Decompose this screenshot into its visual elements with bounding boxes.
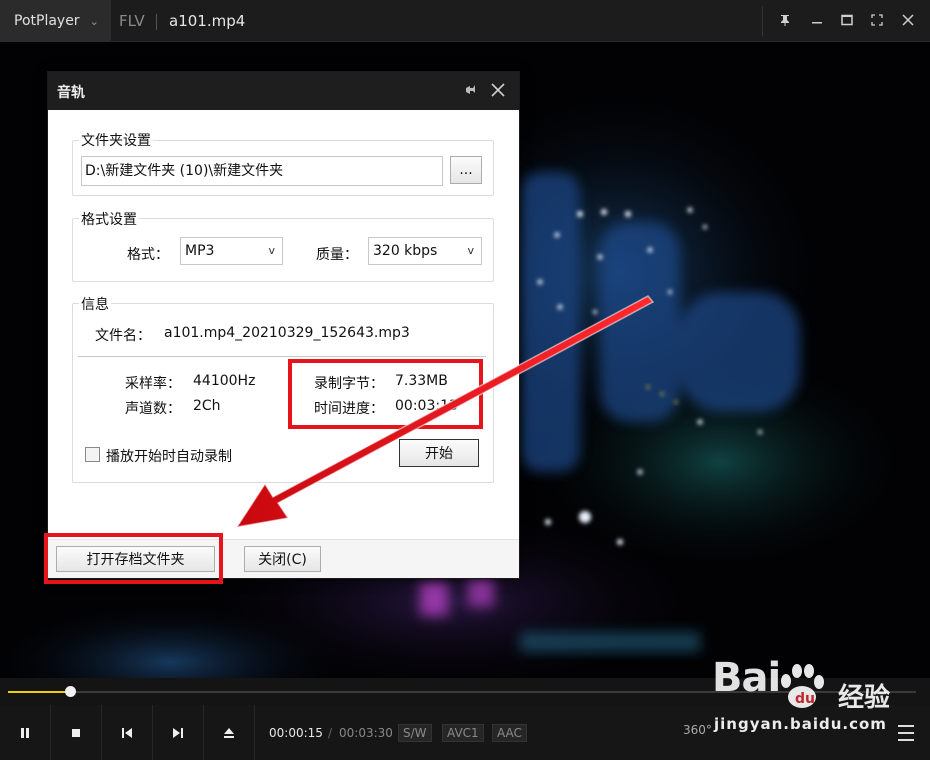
dialog-titlebar: 音轨 — [48, 72, 519, 110]
filename-label: 文件名： — [95, 328, 151, 344]
video-codec-badge[interactable]: AVC1 — [442, 724, 484, 742]
title-divider — [156, 14, 157, 30]
chevron-down-icon: ⌄ — [89, 14, 99, 28]
browse-folder-button[interactable]: ... — [450, 156, 482, 184]
time-separator: / — [328, 726, 333, 740]
minimize-icon[interactable] — [806, 9, 828, 31]
pin-icon[interactable] — [774, 9, 796, 31]
seek-thumb[interactable] — [64, 686, 76, 697]
time-progress-value: 00:03:13 — [395, 398, 458, 414]
channels-value: 2Ch — [193, 398, 221, 414]
format-select[interactable]: MP3 v — [180, 237, 283, 265]
info-divider — [78, 356, 486, 357]
chevron-down-icon: v — [467, 244, 474, 257]
close-dialog-button[interactable]: 关闭(C) — [244, 546, 321, 572]
auto-record-label[interactable]: 播放开始时自动录制 — [106, 446, 232, 466]
previous-icon — [122, 727, 132, 738]
watermark-brand-cn: 经验 — [838, 683, 891, 713]
recorded-bytes-label: 录制字节： — [314, 376, 384, 392]
close-icon[interactable] — [488, 80, 508, 100]
watermark-brand: Bai — [712, 655, 781, 701]
quality-select[interactable]: 320 kbps v — [368, 237, 482, 265]
eject-button[interactable] — [204, 705, 255, 760]
sample-rate-label: 采样率： — [125, 376, 181, 392]
pause-button[interactable] — [0, 705, 51, 760]
format-settings-title: 格式设置 — [79, 209, 139, 229]
folder-path-input[interactable]: D:\新建文件夹 (10)\新建文件夹 — [81, 156, 443, 186]
audio-codec-badge[interactable]: AAC — [492, 724, 527, 742]
seek-progress-fill — [8, 691, 70, 693]
quality-select-value: 320 kbps — [373, 243, 438, 259]
format-label: 格式： — [127, 247, 169, 263]
sample-rate-value: 44100Hz — [193, 373, 256, 389]
paw-icon: du — [781, 664, 824, 708]
next-icon — [173, 727, 183, 738]
app-name: PotPlayer — [14, 13, 80, 29]
app-menu-button[interactable]: PotPlayer ⌄ — [0, 0, 111, 42]
stop-icon — [72, 728, 80, 737]
recorded-bytes-value: 7.33MB — [395, 373, 448, 389]
pin-icon[interactable] — [460, 81, 480, 101]
eject-icon — [224, 727, 234, 738]
dialog-title: 音轨 — [57, 85, 85, 101]
baidu-watermark: Bai du 经验 jingyan.baidu.com — [712, 655, 922, 745]
vr-360-button[interactable]: 360° — [683, 723, 712, 737]
next-button[interactable] — [153, 705, 204, 760]
previous-button[interactable] — [102, 705, 153, 760]
channels-label: 声道数： — [125, 401, 181, 417]
format-label: FLV — [119, 12, 145, 30]
quality-label: 质量： — [316, 247, 358, 263]
window-controls-divider — [762, 6, 763, 36]
format-select-value: MP3 — [185, 243, 215, 259]
info-title: 信息 — [79, 294, 111, 314]
pause-icon — [21, 727, 29, 738]
fullscreen-icon[interactable] — [866, 9, 888, 31]
audio-track-dialog: 音轨 文件夹设置 D:\新建文件夹 (10)\新建文件夹 ... 格式设置 格式… — [47, 71, 520, 579]
decoder-badge[interactable]: S/W — [398, 724, 432, 742]
current-time: 00:00:15 — [269, 726, 323, 740]
open-archive-folder-button[interactable]: 打开存档文件夹 — [56, 546, 215, 572]
filename-value: a101.mp4_20210329_152643.mp3 — [164, 325, 410, 341]
title-bar: PotPlayer ⌄ FLV a101.mp4 — [0, 0, 930, 42]
stop-button[interactable] — [51, 705, 102, 760]
svg-text:du: du — [795, 691, 815, 707]
watermark-url: jingyan.baidu.com — [714, 715, 887, 733]
time-progress-label: 时间进度： — [314, 401, 384, 417]
file-title: a101.mp4 — [169, 12, 246, 30]
start-recording-button[interactable]: 开始 — [399, 439, 479, 467]
total-time: 00:03:30 — [339, 726, 393, 740]
close-icon[interactable] — [897, 9, 919, 31]
folder-settings-title: 文件夹设置 — [79, 130, 153, 150]
maximize-icon[interactable] — [836, 9, 858, 31]
chevron-down-icon: v — [268, 244, 275, 257]
auto-record-checkbox[interactable] — [85, 447, 100, 462]
